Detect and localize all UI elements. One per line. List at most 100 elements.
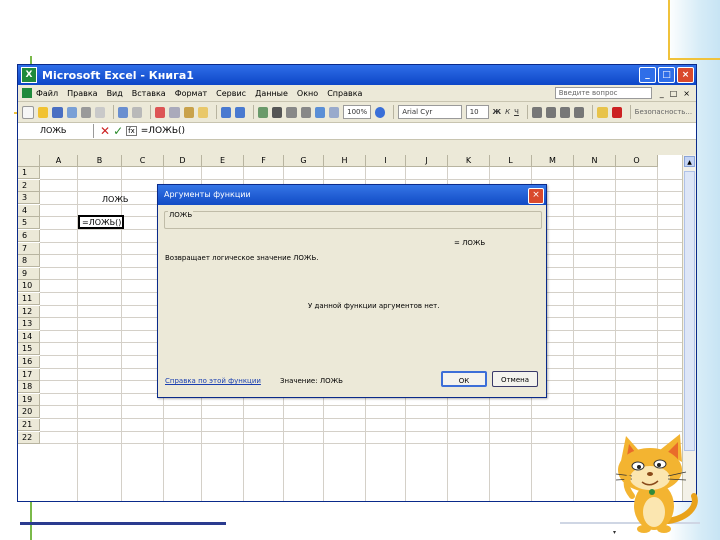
align-left-icon[interactable] (531, 106, 542, 118)
copy-icon[interactable] (169, 106, 180, 118)
fill-color-icon[interactable] (597, 106, 608, 118)
row-header[interactable]: 22 (18, 431, 40, 444)
column-header[interactable]: D (164, 155, 202, 167)
insert-function-button[interactable]: fx (126, 126, 137, 136)
align-center-icon[interactable] (545, 106, 557, 118)
row-header[interactable]: 5 (18, 217, 40, 230)
menu-help[interactable]: Справка (327, 89, 362, 98)
chart-wizard-icon[interactable] (314, 106, 325, 118)
column-header[interactable]: G (284, 155, 324, 167)
column-header[interactable]: A (40, 155, 78, 167)
research-icon[interactable] (132, 106, 143, 118)
cell-b2[interactable]: ЛОЖЬ (102, 195, 128, 204)
column-header[interactable]: J (406, 155, 448, 167)
sort-desc-icon[interactable] (300, 106, 311, 118)
cut-icon[interactable] (155, 106, 166, 118)
spelling-icon[interactable] (117, 106, 129, 118)
dialog-close-button[interactable]: × (528, 188, 544, 204)
column-header[interactable]: I (366, 155, 406, 167)
menu-insert[interactable]: Вставка (132, 89, 166, 98)
undo-icon[interactable] (220, 106, 231, 118)
doc-close-button[interactable]: × (683, 89, 690, 98)
font-color-icon[interactable] (611, 106, 622, 118)
security-button[interactable]: Безопасность... (635, 108, 692, 116)
autosum-icon[interactable] (272, 106, 283, 118)
row-header[interactable]: 13 (18, 318, 40, 331)
column-header[interactable]: B (78, 155, 122, 167)
row-header[interactable]: 4 (18, 204, 40, 217)
print-icon[interactable] (80, 106, 91, 118)
column-header[interactable]: H (324, 155, 366, 167)
font-size-select[interactable]: 10 (465, 105, 489, 119)
select-all-corner[interactable] (18, 155, 40, 167)
row-header[interactable]: 2 (18, 179, 40, 192)
row-header[interactable]: 3 (18, 192, 40, 205)
column-header[interactable]: N (574, 155, 616, 167)
column-header[interactable]: L (490, 155, 532, 167)
sort-asc-icon[interactable] (286, 106, 297, 118)
row-header[interactable]: 16 (18, 356, 40, 368)
menu-data[interactable]: Данные (255, 89, 288, 98)
menu-file[interactable]: Файл (36, 89, 58, 98)
save-icon[interactable] (52, 106, 63, 118)
maximize-button[interactable]: □ (658, 67, 675, 83)
new-icon[interactable] (22, 105, 35, 119)
row-header[interactable]: 1 (18, 167, 40, 179)
redo-icon[interactable] (235, 106, 246, 118)
row-header[interactable]: 20 (18, 406, 40, 419)
column-header[interactable]: K (448, 155, 490, 167)
scroll-up-arrow[interactable]: ▲ (684, 156, 695, 167)
function-help-link[interactable]: Справка по этой функции (165, 377, 261, 385)
row-header[interactable]: 9 (18, 267, 40, 280)
row-header[interactable]: 17 (18, 368, 40, 381)
minimize-button[interactable]: _ (639, 67, 656, 83)
help-icon[interactable] (375, 106, 386, 118)
active-cell-b4[interactable]: =ЛОЖЬ() (78, 215, 124, 229)
zoom-select[interactable]: 100% (343, 105, 372, 119)
menu-tools[interactable]: Сервис (216, 89, 246, 98)
close-button[interactable]: × (677, 67, 694, 83)
column-header[interactable]: C (122, 155, 164, 167)
permission-icon[interactable] (66, 106, 77, 118)
format-painter-icon[interactable] (197, 106, 208, 118)
row-header[interactable]: 11 (18, 293, 40, 305)
row-header[interactable]: 8 (18, 255, 40, 268)
doc-maximize-button[interactable]: □ (670, 89, 678, 98)
menu-view[interactable]: Вид (107, 89, 123, 98)
column-header[interactable]: O (616, 155, 658, 167)
underline-button[interactable]: Ч (514, 108, 519, 116)
bold-button[interactable]: Ж (493, 108, 502, 116)
open-icon[interactable] (38, 106, 49, 118)
row-header[interactable]: 10 (18, 280, 40, 293)
column-header[interactable]: E (202, 155, 244, 167)
row-header[interactable]: 19 (18, 393, 40, 406)
cancel-button[interactable]: Отмена (492, 371, 538, 387)
name-box[interactable]: ЛОЖЬ (18, 124, 94, 138)
row-header[interactable]: 18 (18, 381, 40, 394)
drawing-icon[interactable] (328, 106, 340, 118)
scroll-thumb[interactable] (684, 171, 695, 451)
row-header[interactable]: 6 (18, 230, 40, 242)
menu-format[interactable]: Формат (175, 89, 207, 98)
menu-edit[interactable]: Правка (67, 89, 97, 98)
row-header[interactable]: 14 (18, 330, 40, 343)
help-search-input[interactable]: Введите вопрос (554, 87, 652, 99)
merge-center-icon[interactable] (574, 106, 585, 118)
column-header[interactable]: M (532, 155, 574, 167)
menu-window[interactable]: Окно (297, 89, 318, 98)
row-header[interactable]: 7 (18, 242, 40, 255)
align-right-icon[interactable] (560, 106, 571, 118)
row-header[interactable]: 15 (18, 343, 40, 356)
font-name-select[interactable]: Arial Cyr (398, 105, 462, 119)
cancel-formula-icon[interactable]: ✕ (100, 124, 110, 138)
hyperlink-icon[interactable] (258, 106, 269, 118)
column-header[interactable]: F (244, 155, 284, 167)
row-header[interactable]: 21 (18, 419, 40, 431)
enter-formula-icon[interactable]: ✓ (113, 124, 123, 138)
ok-button[interactable]: ОК (441, 371, 487, 387)
doc-minimize-button[interactable]: _ (660, 89, 664, 98)
row-header[interactable]: 12 (18, 305, 40, 318)
formula-input[interactable]: =ЛОЖЬ() (141, 126, 185, 136)
paste-icon[interactable] (183, 106, 194, 118)
italic-button[interactable]: К (505, 108, 510, 116)
